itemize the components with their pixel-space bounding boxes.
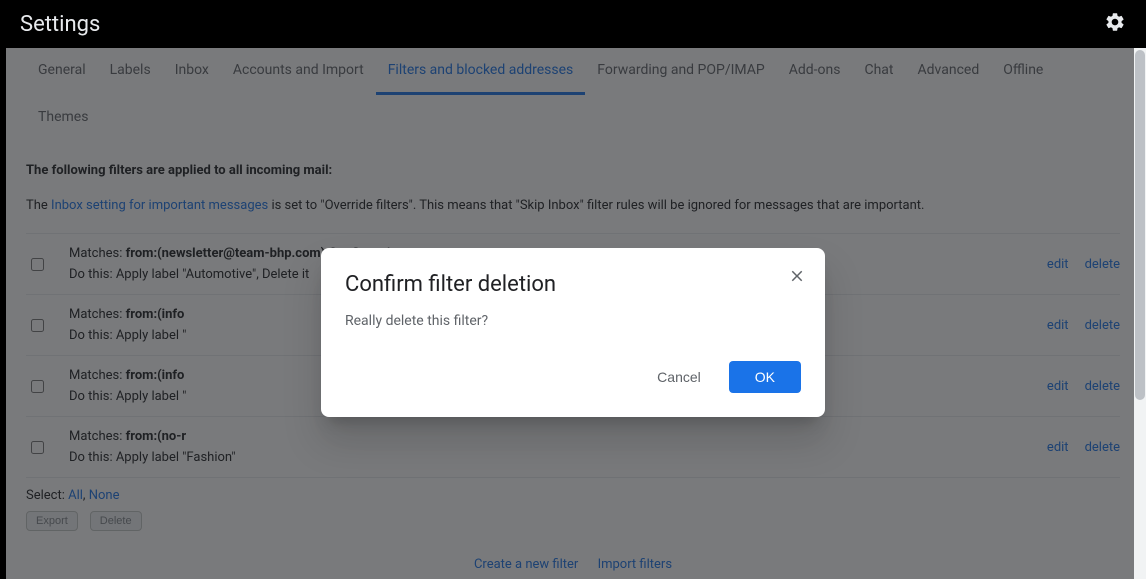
dialog-title: Confirm filter deletion: [345, 272, 801, 297]
gear-icon[interactable]: [1104, 11, 1126, 37]
modal-overlay: Confirm filter deletion Really delete th…: [6, 48, 1140, 579]
dialog-message: Really delete this filter?: [345, 313, 801, 329]
close-icon[interactable]: [785, 264, 809, 288]
confirm-dialog: Confirm filter deletion Really delete th…: [321, 248, 825, 417]
scrollbar-thumb[interactable]: [1135, 50, 1145, 400]
app-header: Settings: [0, 0, 1146, 48]
cancel-button[interactable]: Cancel: [637, 361, 721, 393]
page-title: Settings: [20, 12, 100, 37]
ok-button[interactable]: OK: [729, 361, 801, 393]
